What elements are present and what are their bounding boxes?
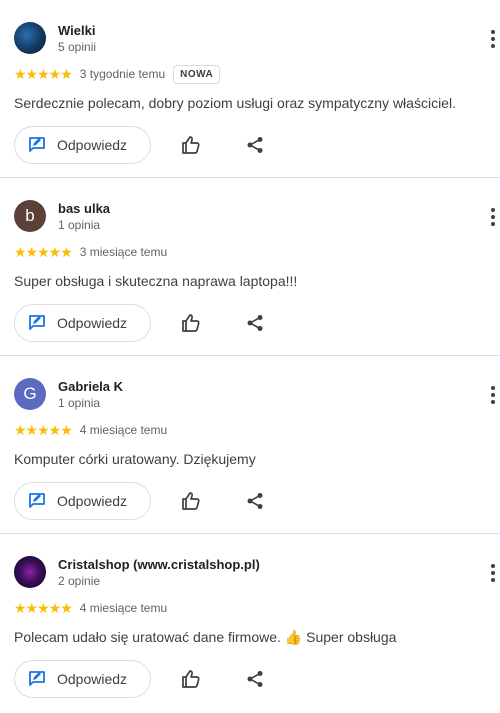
star-rating: ★★★★★ (14, 244, 73, 260)
review-text: Komputer córki uratowany. Dziękujemy (14, 451, 256, 467)
reply-edit-icon (29, 315, 45, 330)
review-date: 3 tygodnie temu (79, 67, 166, 81)
share-icon[interactable] (246, 492, 264, 510)
reply-edit-icon (29, 137, 45, 152)
reviewer-name[interactable]: Cristalshop (www.cristalshop.pl) (58, 557, 260, 572)
review-text: Polecam udało się uratować dane firmowe.… (14, 629, 397, 645)
reply-button[interactable]: Odpowiedz (14, 304, 151, 342)
review-count: 1 opinia (58, 218, 101, 232)
thumb-up-icon[interactable] (181, 669, 201, 689)
star-rating: ★★★★★ (14, 600, 73, 616)
share-icon[interactable] (246, 670, 264, 688)
reply-edit-icon (29, 493, 45, 508)
avatar[interactable]: b (14, 200, 46, 232)
rating-row: ★★★★★ 4 miesiące temu (14, 599, 167, 617)
reply-label: Odpowiedz (57, 671, 128, 687)
more-options-icon[interactable] (486, 30, 500, 48)
reply-button[interactable]: Odpowiedz (14, 126, 151, 164)
review-card: Cristalshop (www.cristalshop.pl) 2 opini… (0, 534, 500, 713)
share-icon[interactable] (246, 136, 264, 154)
reply-label: Odpowiedz (57, 137, 128, 153)
reply-button[interactable]: Odpowiedz (14, 660, 151, 698)
thumb-up-icon[interactable] (181, 313, 201, 333)
rating-row: ★★★★★ 4 miesiące temu (14, 421, 167, 439)
share-icon[interactable] (246, 314, 264, 332)
star-rating: ★★★★★ (14, 66, 73, 82)
reviewer-name[interactable]: bas ulka (58, 201, 110, 216)
review-date: 4 miesiące temu (79, 601, 168, 615)
avatar[interactable] (14, 22, 46, 54)
thumb-up-icon[interactable] (181, 135, 201, 155)
review-date: 3 miesiące temu (79, 245, 168, 259)
more-options-icon[interactable] (486, 564, 500, 582)
star-rating: ★★★★★ (14, 422, 73, 438)
thumb-up-icon[interactable] (181, 491, 201, 511)
avatar[interactable]: G (14, 378, 46, 410)
more-options-icon[interactable] (486, 386, 500, 404)
review-card: G Gabriela K 1 opinia ★★★★★ 4 miesiące t… (0, 356, 500, 534)
review-date: 4 miesiące temu (79, 423, 168, 437)
rating-row: ★★★★★ 3 tygodnie temu NOWA (14, 64, 221, 84)
avatar[interactable] (14, 556, 46, 588)
reply-button[interactable]: Odpowiedz (14, 482, 151, 520)
reply-edit-icon (29, 671, 45, 686)
reviews-list: Wielki 5 opinii ★★★★★ 3 tygodnie temu NO… (0, 0, 500, 713)
new-badge: NOWA (173, 64, 221, 84)
reply-label: Odpowiedz (57, 493, 128, 509)
reviewer-name[interactable]: Wielki (58, 23, 95, 38)
review-card: b bas ulka 1 opinia ★★★★★ 3 miesiące tem… (0, 178, 500, 356)
review-count: 2 opinie (58, 574, 101, 588)
rating-row: ★★★★★ 3 miesiące temu (14, 243, 167, 261)
review-card: Wielki 5 opinii ★★★★★ 3 tygodnie temu NO… (0, 0, 500, 178)
review-text: Super obsługa i skuteczna naprawa laptop… (14, 273, 298, 289)
review-count: 5 opinii (58, 40, 97, 54)
review-text: Serdecznie polecam, dobry poziom usługi … (14, 95, 456, 111)
reviewer-name[interactable]: Gabriela K (58, 379, 123, 394)
more-options-icon[interactable] (486, 208, 500, 226)
review-count: 1 opinia (58, 396, 101, 410)
reply-label: Odpowiedz (57, 315, 128, 331)
